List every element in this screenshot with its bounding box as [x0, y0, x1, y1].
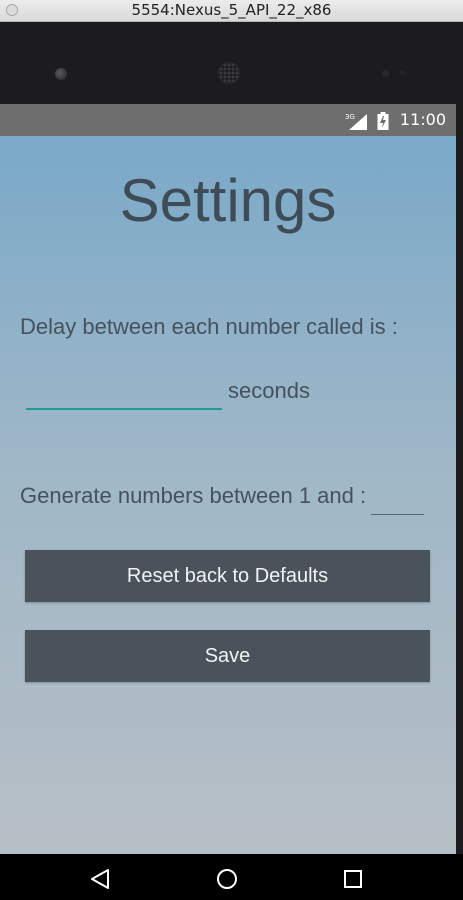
page-title: Settings: [119, 167, 337, 234]
network-type-label: 3G: [345, 113, 355, 121]
max-number-input[interactable]: [371, 486, 424, 515]
range-label: Generate numbers between 1 and :: [20, 483, 367, 508]
save-button[interactable]: Save: [25, 630, 430, 682]
seconds-unit-label: seconds: [228, 378, 310, 403]
status-bar: 3G 11:00: [0, 104, 456, 136]
delay-input[interactable]: [26, 374, 222, 410]
proximity-sensor: [382, 70, 389, 77]
light-sensor: [400, 70, 405, 75]
settings-screen: Settings Delay between each number calle…: [0, 136, 456, 854]
recents-icon[interactable]: [341, 867, 365, 891]
delay-label: Delay between each number called is :: [20, 314, 398, 339]
window-title: 5554:Nexus_5_API_22_x86: [131, 1, 332, 19]
status-time: 11:00: [399, 110, 446, 129]
device-side-edge: [456, 104, 463, 854]
emulator-window: 5554:Nexus_5_API_22_x86 3G 11:00 Setting…: [0, 0, 463, 900]
home-icon[interactable]: [215, 867, 239, 891]
navigation-bar: [0, 854, 463, 900]
earpiece-speaker: [218, 62, 240, 84]
reset-defaults-button[interactable]: Reset back to Defaults: [25, 550, 430, 602]
battery-icon: [377, 112, 389, 130]
front-camera: [55, 68, 67, 80]
window-titlebar: 5554:Nexus_5_API_22_x86: [0, 0, 463, 22]
back-icon[interactable]: [88, 867, 112, 891]
signal-icon: 3G: [345, 113, 367, 130]
